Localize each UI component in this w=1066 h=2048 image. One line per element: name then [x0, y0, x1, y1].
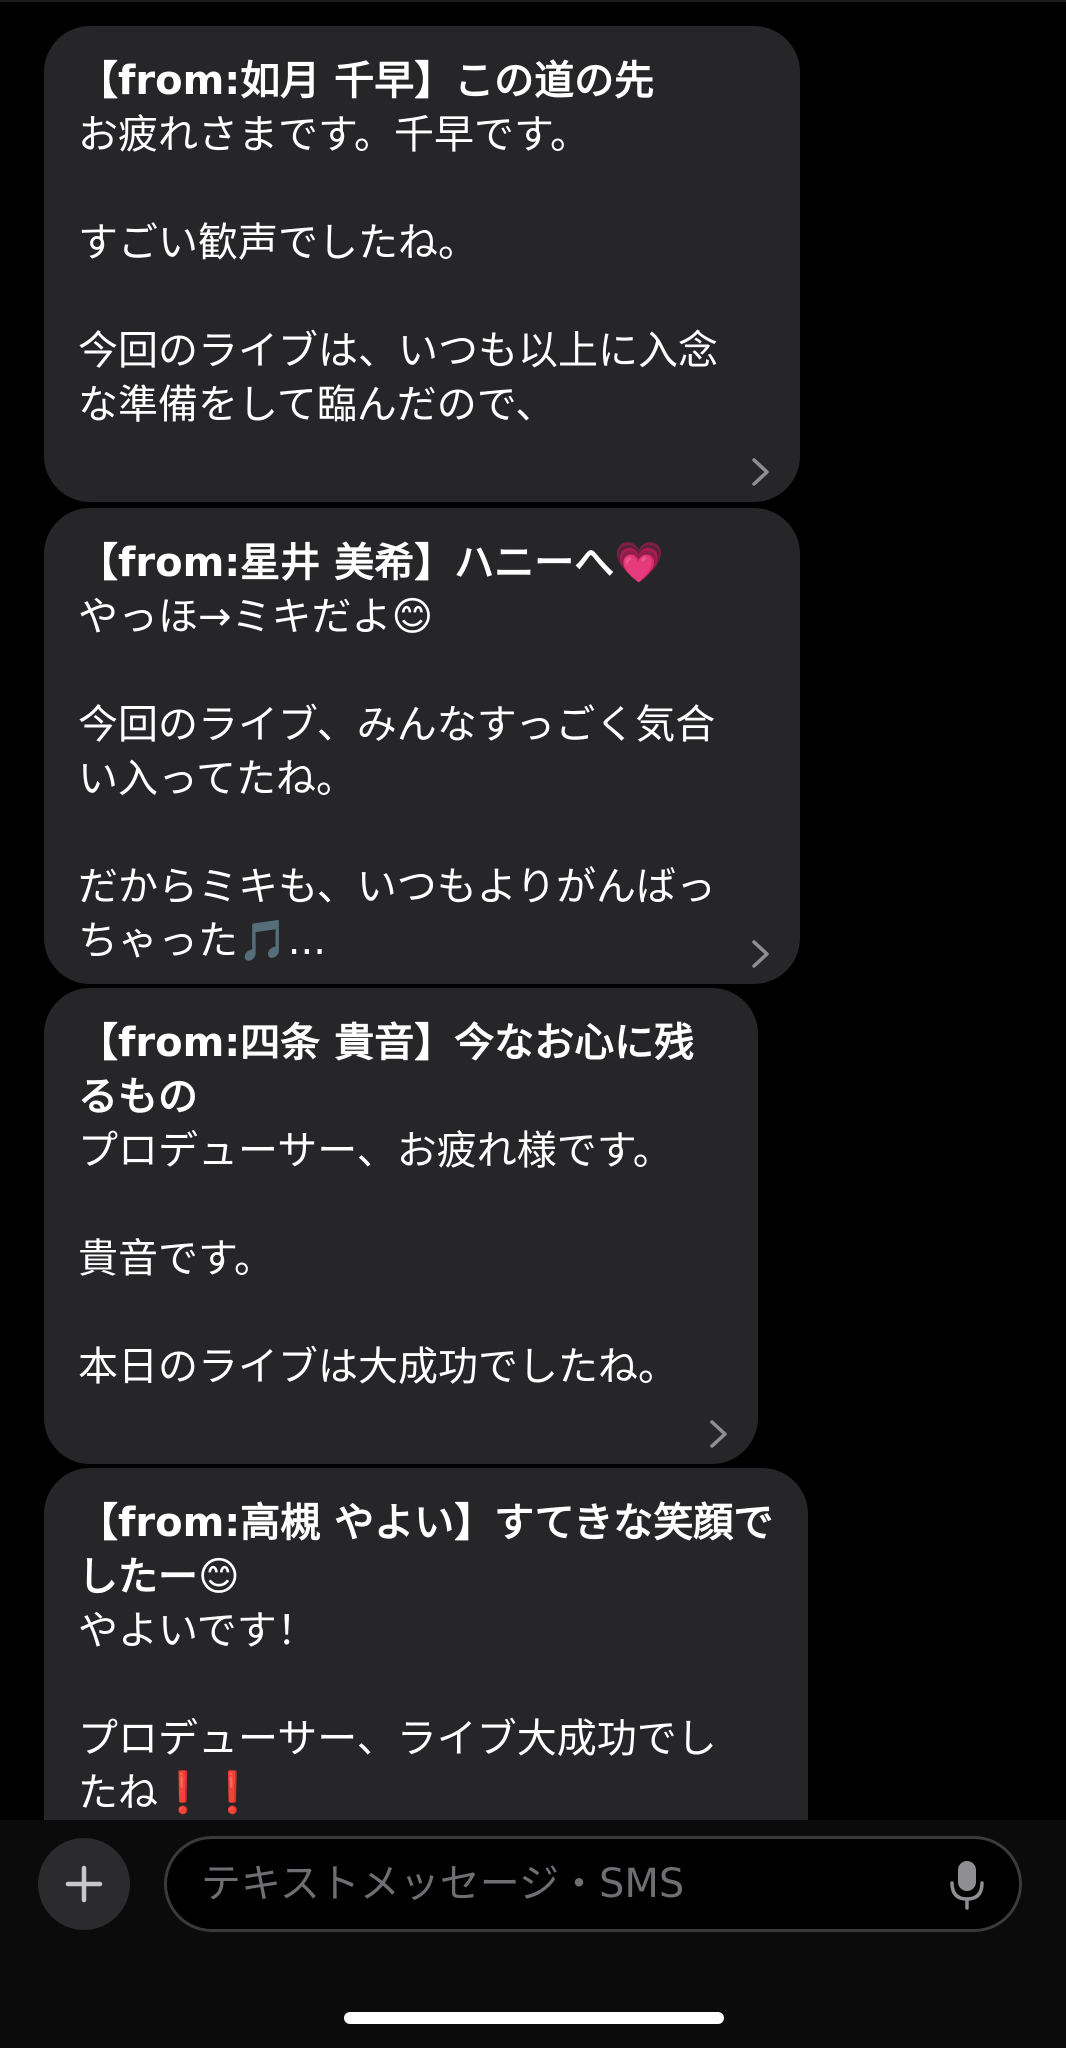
- message-body: やっほ→ミキだよ😊 今回のライブ、みんなすっごく気合 い入ってたね。 だからミキ…: [78, 594, 716, 964]
- message-title: 【from:高槻 やよい】すてきな笑顔で したー😊: [78, 1500, 774, 1600]
- message-bubble[interactable]: 【from:如月 千早】この道の先 お疲れさまです。千早です。 すごい歓声でした…: [44, 26, 800, 502]
- message-bubble[interactable]: 【from:星井 美希】ハニーへ💗 やっほ→ミキだよ😊 今回のライブ、みんなすっ…: [44, 508, 800, 984]
- message-bubble[interactable]: 【from:高槻 やよい】すてきな笑顔で したー😊 やよいです！ プロデューサー…: [44, 1468, 808, 1820]
- message-body: お疲れさまです。千早です。 すごい歓声でしたね。 今回のライブは、いつも以上に入…: [78, 112, 718, 428]
- message-body: やよいです！ プロデューサー、ライブ大成功でし たね❗❗: [78, 1608, 717, 1816]
- chevron-right-icon[interactable]: [740, 452, 780, 492]
- plus-icon: [65, 1865, 103, 1903]
- add-attachment-button[interactable]: [38, 1838, 130, 1930]
- message-input-container[interactable]: [164, 1836, 1022, 1932]
- message-title: 【from:如月 千早】この道の先: [78, 58, 655, 104]
- message-input[interactable]: [201, 1853, 901, 1915]
- message-title: 【from:星井 美希】ハニーへ💗: [78, 540, 665, 586]
- chevron-right-icon[interactable]: [698, 1414, 738, 1454]
- message-thread[interactable]: 【from:如月 千早】この道の先 お疲れさまです。千早です。 すごい歓声でした…: [0, 0, 1066, 1820]
- message-body: プロデューサー、お疲れ様です。 貴音です。 本日のライブは大成功でしたね。: [78, 1128, 678, 1390]
- home-indicator: [344, 2012, 724, 2024]
- microphone-icon[interactable]: [949, 1859, 985, 1911]
- message-title: 【from:四条 貴音】今なお心に残 るもの: [78, 1020, 695, 1120]
- message-bubble[interactable]: 【from:四条 貴音】今なお心に残 るもの プロデューサー、お疲れ様です。 貴…: [44, 988, 758, 1464]
- chevron-right-icon[interactable]: [740, 934, 780, 974]
